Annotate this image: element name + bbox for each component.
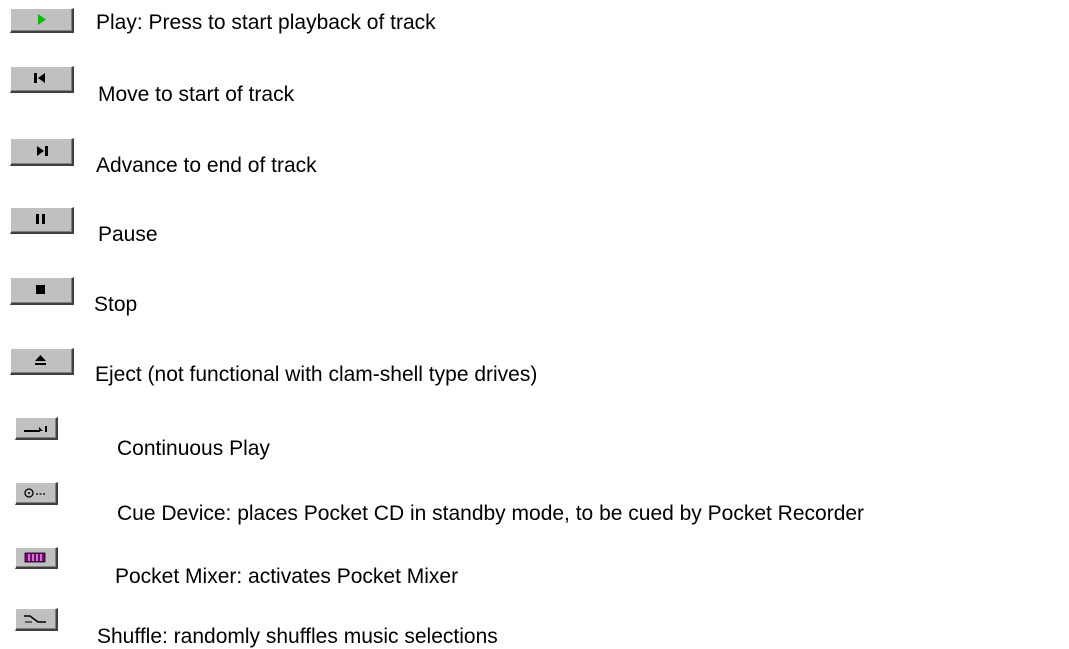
legend-row-play: Play: Press to start playback of track xyxy=(0,0,1069,40)
skip-to-start-description: Move to start of track xyxy=(98,83,295,106)
stop-button[interactable] xyxy=(10,277,74,305)
pause-description: Pause xyxy=(98,223,158,246)
pocket-mixer-description: Pocket Mixer: activates Pocket Mixer xyxy=(115,565,459,588)
legend-row-eject: Eject (not functional with clam-shell ty… xyxy=(0,338,1069,386)
legend-row-pocket-mixer: Pocket Mixer: activates Pocket Mixer xyxy=(0,542,1069,588)
legend-row-continuous-play: Continuous Play xyxy=(0,412,1069,460)
skip-to-end-description: Advance to end of track xyxy=(96,154,317,177)
play-description: Play: Press to start playback of track xyxy=(96,11,436,34)
shuffle-description: Shuffle: randomly shuffles music selecti… xyxy=(97,625,498,648)
eject-button[interactable] xyxy=(10,348,74,375)
legend-row-skip-to-end: Advance to end of track xyxy=(0,125,1069,177)
pocket-mixer-button[interactable] xyxy=(15,547,58,569)
legend-row-cue-device: Cue Device: places Pocket CD in standby … xyxy=(0,477,1069,525)
skip-to-end-button[interactable] xyxy=(10,138,74,166)
pause-button[interactable] xyxy=(10,207,74,234)
eject-description: Eject (not functional with clam-shell ty… xyxy=(95,363,538,386)
cue-device-description: Cue Device: places Pocket CD in standby … xyxy=(117,502,865,525)
legend-row-pause: Pause xyxy=(0,195,1069,246)
legend-row-stop: Stop xyxy=(0,265,1069,316)
skip-to-start-button[interactable] xyxy=(10,66,74,93)
continuous-play-button[interactable] xyxy=(15,417,58,440)
continuous-play-description: Continuous Play xyxy=(117,437,270,460)
play-button[interactable] xyxy=(10,8,74,33)
stop-description: Stop xyxy=(94,293,138,316)
legend-row-skip-to-start: Move to start of track xyxy=(0,60,1069,106)
legend-row-shuffle: Shuffle: randomly shuffles music selecti… xyxy=(0,603,1069,648)
shuffle-button[interactable] xyxy=(15,608,58,631)
cue-device-button[interactable] xyxy=(15,482,58,505)
